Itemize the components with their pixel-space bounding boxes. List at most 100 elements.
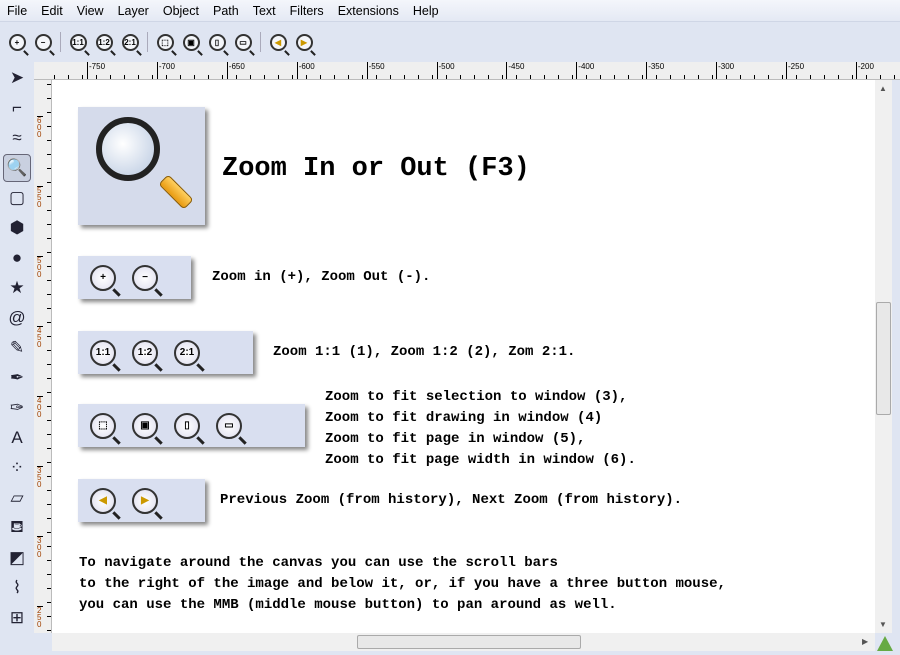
ruler-tick (54, 75, 55, 79)
zoom-previous-button[interactable]: ◀ (265, 30, 291, 54)
scroll-down-icon[interactable]: ▼ (879, 620, 887, 629)
ruler-tick (782, 75, 783, 79)
dropper-tool-icon[interactable]: ⌇ (3, 574, 31, 602)
ruler-tick (250, 75, 251, 79)
ruler-tick (152, 75, 153, 79)
menubar: File Edit View Layer Object Path Text Filters Ex… (0, 0, 900, 22)
zoom-tool-icon[interactable]: 🔍 (3, 154, 31, 182)
ruler-tick (768, 75, 769, 79)
ellipse-tool-icon[interactable]: ● (3, 244, 31, 272)
rectangle-tool-icon[interactable]: ▢ (3, 184, 31, 212)
zoom-page-icon: ▯ (208, 33, 226, 51)
zoom-in-icon: + (8, 33, 26, 51)
eraser-tool-icon[interactable]: ▱ (3, 484, 31, 512)
ruler-label: 550 (37, 186, 43, 209)
ruler-tick (47, 308, 51, 309)
menu-file[interactable]: File (0, 4, 34, 18)
ruler-tick (47, 532, 51, 533)
menu-extensions[interactable]: Extensions (331, 4, 406, 18)
scroll-up-icon[interactable]: ▲ (879, 84, 887, 93)
toolbar-separator (147, 32, 148, 52)
ruler-tick (47, 266, 51, 267)
navigation-paragraph-2: to the right of the image and below it, … (79, 576, 726, 592)
menu-text[interactable]: Text (246, 4, 283, 18)
navigation-paragraph-1: To navigate around the canvas you can us… (79, 555, 558, 571)
paint-bucket-tool-icon[interactable]: ⛾ (3, 514, 31, 542)
ruler-tick (754, 75, 755, 79)
scroll-right-icon[interactable]: ▶ (862, 637, 868, 646)
zoom-page-width-button[interactable]: ▭ (230, 30, 256, 54)
ruler-tick (670, 75, 671, 79)
ruler-tick (474, 75, 475, 79)
ruler-tick (47, 350, 51, 351)
pen-tool-icon[interactable]: ✒ (3, 364, 31, 392)
zoom-selection-icon: ⬚ (90, 412, 116, 439)
zoom-page-button[interactable]: ▯ (204, 30, 230, 54)
spray-tool-icon[interactable]: ⁘ (3, 454, 31, 482)
ruler-tick (628, 75, 629, 79)
ruler-tick (320, 75, 321, 79)
zoom-drawing-icon: ▣ (132, 412, 158, 439)
tweak-tool-icon[interactable]: ≈ (3, 124, 31, 152)
ruler-label: 500 (37, 256, 43, 279)
menu-filters[interactable]: Filters (283, 4, 331, 18)
ruler-tick (47, 574, 51, 575)
menu-edit[interactable]: Edit (34, 4, 70, 18)
zoom-in-button[interactable]: + (4, 30, 30, 54)
calligraphy-tool-icon[interactable]: ✑ (3, 394, 31, 422)
vertical-scrollbar[interactable]: ▲ ▼ (875, 80, 892, 633)
ruler-tick (698, 75, 699, 79)
gradient-tool-icon[interactable]: ◩ (3, 544, 31, 572)
horizontal-scrollbar[interactable]: ▶ (52, 633, 875, 651)
zoom-out-button[interactable]: − (30, 30, 56, 54)
ruler-tick (572, 75, 573, 79)
text-tool-icon[interactable]: A (3, 424, 31, 452)
vertical-scroll-thumb[interactable] (876, 302, 891, 415)
ruler-tick (530, 75, 531, 79)
zoom-2-1-icon: 2:1 (174, 339, 200, 366)
menu-help[interactable]: Help (406, 4, 446, 18)
ruler-tick (82, 75, 83, 79)
ruler-tick (278, 75, 279, 79)
zoom-fit-text-3: Zoom to fit page in window (5), (325, 431, 586, 447)
ruler-tick (47, 182, 51, 183)
pencil-tool-icon[interactable]: ✎ (3, 334, 31, 362)
horizontal-ruler: -750 -700 -650 -600 -550 -500 -450 -400 -350 -300… (34, 62, 900, 80)
connector-tool-icon[interactable]: ⊞ (3, 604, 31, 632)
3d-box-tool-icon[interactable]: ⬢ (3, 214, 31, 242)
zoom-page-icon: ▯ (174, 412, 200, 439)
ruler-tick (796, 75, 797, 79)
menu-layer[interactable]: Layer (111, 4, 156, 18)
zoom-drawing-button[interactable]: ▣ (178, 30, 204, 54)
zoom-1-1-button[interactable]: 1:1 (65, 30, 91, 54)
canvas[interactable]: Zoom In or Out (F3) + − Zoom in (+), Zoo… (52, 80, 875, 633)
zoom-selection-button[interactable]: ⬚ (152, 30, 178, 54)
horizontal-scroll-thumb[interactable] (357, 635, 581, 649)
menu-view[interactable]: View (70, 4, 111, 18)
node-tool-icon[interactable]: ⌐ (3, 94, 31, 122)
ruler-label: -250 (786, 62, 804, 79)
zoom-2-1-icon: 2:1 (121, 33, 139, 51)
color-management-icon[interactable] (877, 636, 893, 651)
menu-object[interactable]: Object (156, 4, 206, 18)
menu-path[interactable]: Path (206, 4, 246, 18)
ruler-label: 600 (37, 116, 43, 139)
ruler-tick (124, 75, 125, 79)
star-tool-icon[interactable]: ★ (3, 274, 31, 302)
zoom-ratio-panel: 1:1 1:2 2:1 (78, 331, 253, 374)
ruler-tick (362, 75, 363, 79)
spiral-tool-icon[interactable]: @ (3, 304, 31, 332)
ruler-tick (47, 392, 51, 393)
zoom-1-2-button[interactable]: 1:2 (91, 30, 117, 54)
ruler-tick (810, 75, 811, 79)
ruler-tick (47, 294, 51, 295)
zoom-2-1-button[interactable]: 2:1 (117, 30, 143, 54)
toolbar-separator (60, 32, 61, 52)
ruler-tick (852, 75, 853, 79)
toolbox: ➤ ⌐ ≈ 🔍 ▢ ⬢ ● ★ @ ✎ ✒ ✑ A ⁘ ▱ ⛾ ◩ ⌇ ⊞ (0, 62, 34, 655)
ruler-tick (516, 75, 517, 79)
selector-tool-icon[interactable]: ➤ (3, 64, 31, 92)
ruler-tick (544, 75, 545, 79)
zoom-next-button[interactable]: ▶ (291, 30, 317, 54)
ruler-tick (334, 75, 335, 79)
